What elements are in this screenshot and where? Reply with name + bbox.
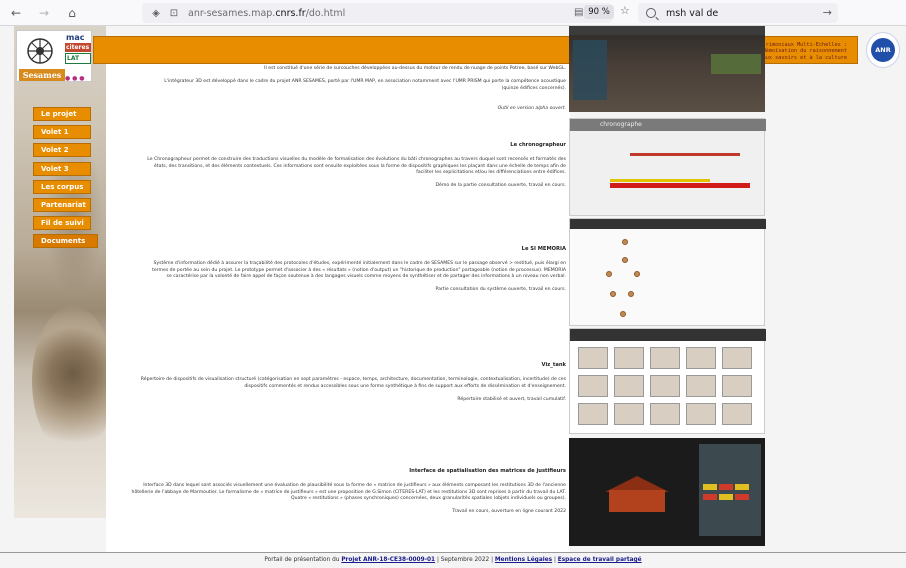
anr-logo-mark: ANR [871,38,895,62]
back-icon[interactable]: ← [6,3,26,23]
section-viz-tank: Viz_tank Répertoire de dispositifs de vi… [140,362,566,402]
page-footer: Portail de présentation du Projet ANR-18… [0,552,906,568]
photo-vault [32,306,114,456]
reader-view-icon[interactable]: ▤ [574,7,583,18]
workspace-link[interactable]: Espace de travail partagé [558,557,642,563]
forward-icon[interactable]: → [34,3,54,23]
main-content: Il est constitué d'une série de surcouch… [106,64,570,556]
menu-fil-de-suivi[interactable]: Fil de suivi [33,216,91,231]
partner-map: mac [66,33,85,42]
menu-volet-3[interactable]: Volet 3 [33,161,91,176]
side-menu: Le projet Volet 1 Volet 2 Volet 3 Les co… [33,107,99,253]
menu-le-projet[interactable]: Le projet [33,107,91,121]
menu-volet-2[interactable]: Volet 2 [33,143,91,158]
page: Sesames mac citeres LAT ● ● ● Documentat… [0,26,906,568]
menu-partenariat[interactable]: Partenariat [33,197,91,212]
screenshot-viz-tank[interactable] [569,328,766,434]
search-bar[interactable]: msh val de → [638,3,838,23]
menu-volet-1[interactable]: Volet 1 [33,125,91,140]
screenshot-integrator[interactable] [569,26,765,112]
cathedral-photo [14,26,114,518]
url-bar[interactable]: ◈ ⊡ anr-sesames.map.cnrs.fr/do.html ▤ [142,3,612,23]
search-go-icon[interactable]: → [823,6,832,19]
zoom-level[interactable]: 90 % [584,5,614,19]
lock-icon[interactable]: ⊡ [168,7,180,19]
partner-lat: LAT [65,53,91,64]
menu-documents[interactable]: Documents [33,234,98,249]
legal-link[interactable]: Mentions Légales [495,557,552,563]
browser-toolbar: ← → ⌂ ◈ ⊡ anr-sesames.map.cnrs.fr/do.htm… [0,0,906,26]
sesames-logo[interactable]: Sesames mac citeres LAT ● ● ● [16,30,92,82]
section-chronographe: Le chronographeur Le Chronographeur perm… [147,142,566,189]
bookmark-star-icon[interactable]: ☆ [620,4,630,17]
screenshot-memoria[interactable] [569,218,766,326]
shield-icon[interactable]: ◈ [150,7,162,19]
menu-les-corpus[interactable]: Les corpus [33,179,91,194]
anr-logo[interactable]: ANR [866,32,900,68]
screenshot-column: chronographe [569,26,766,546]
section-interface: Interface de spatialisation des matrices… [131,468,566,515]
home-icon[interactable]: ⌂ [62,3,82,23]
search-icon [646,8,656,18]
search-input[interactable]: msh val de [666,8,718,19]
logo-title: Sesames [19,69,65,81]
partner-logos: mac citeres LAT ● ● ● [65,33,91,84]
sesames-emblem-icon [27,38,53,64]
project-link[interactable]: Projet ANR-18-CE38-0009-01 [341,557,435,563]
partner-citeres: citeres [65,43,91,52]
section-integrator: Il est constitué d'une série de surcouch… [164,66,566,111]
section-memoria: Le SI MEMORIA Système d'information dédi… [152,246,566,293]
screenshot-chronographe[interactable]: chronographe [569,118,766,216]
screenshot-justifieurs[interactable] [569,438,765,546]
url-text: anr-sesames.map.cnrs.fr/do.html [188,7,346,19]
dots-icon: ● ● ● [65,75,85,82]
